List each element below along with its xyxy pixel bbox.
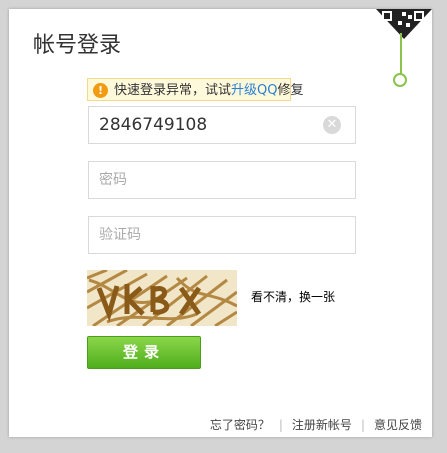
warning-icon: ! [93, 83, 108, 98]
notice-suffix: 修复 [277, 83, 304, 98]
password-field [88, 161, 356, 199]
captcha-refresh-link[interactable]: 看不清，换一张 [251, 288, 335, 305]
captcha-input[interactable] [89, 217, 319, 253]
notice-text: 快速登录异常，试试 [114, 83, 232, 98]
upgrade-qq-link[interactable]: 升级QQ [231, 83, 277, 98]
qr-code-corner-icon[interactable] [376, 9, 432, 39]
footer-separator: | [278, 418, 283, 432]
dialog-title: 帐号登录 [33, 33, 122, 58]
login-dialog: 帐号登录 ! 快速登录异常，试试升级QQ修复 ✕ [9, 9, 432, 437]
footer-separator: | [360, 418, 365, 432]
feedback-link[interactable]: 意见反馈 [374, 418, 422, 432]
account-input[interactable] [89, 107, 319, 143]
qr-toggle-line [400, 33, 402, 75]
forgot-password-link[interactable]: 忘了密码？ [210, 418, 270, 432]
qr-toggle-handle[interactable] [393, 73, 407, 87]
footer-links: 忘了密码？ | 注册新帐号 | 意见反馈 [210, 416, 422, 433]
captcha-image[interactable] [87, 270, 237, 326]
register-link[interactable]: 注册新帐号 [292, 418, 352, 432]
password-input[interactable] [89, 162, 319, 198]
login-button[interactable]: 登录 [87, 336, 201, 369]
captcha-field [88, 216, 356, 254]
account-field: ✕ [88, 106, 356, 144]
clear-icon[interactable]: ✕ [323, 116, 341, 134]
notice-bar: ! 快速登录异常，试试升级QQ修复 [87, 78, 304, 101]
